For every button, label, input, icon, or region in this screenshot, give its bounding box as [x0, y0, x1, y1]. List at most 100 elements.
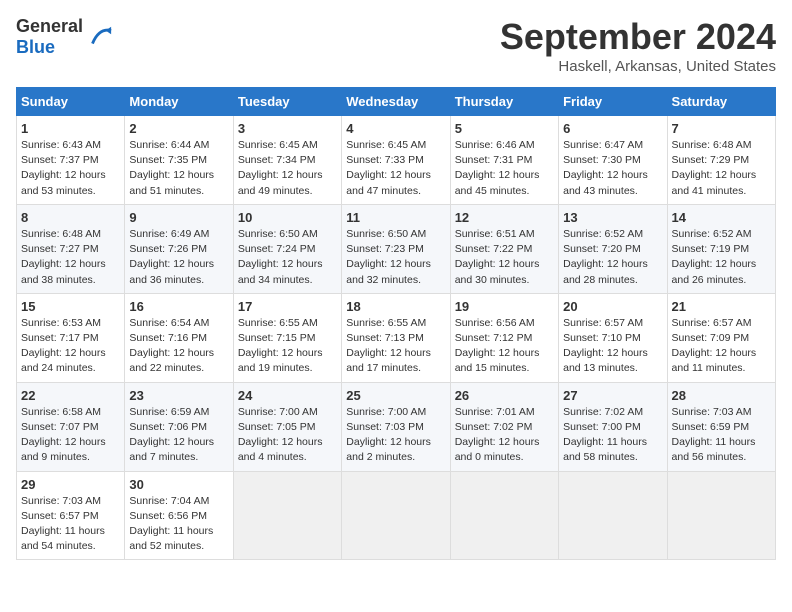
day-info: Sunrise: 6:55 AMSunset: 7:13 PMDaylight:… [346, 316, 445, 377]
day-number: 10 [238, 210, 337, 225]
calendar-week-row: 15 Sunrise: 6:53 AMSunset: 7:17 PMDayligh… [17, 293, 776, 382]
day-info: Sunrise: 7:01 AMSunset: 7:02 PMDaylight:… [455, 405, 554, 466]
day-info: Sunrise: 6:45 AMSunset: 7:33 PMDaylight:… [346, 138, 445, 199]
day-number: 11 [346, 210, 445, 225]
table-row: 29 Sunrise: 7:03 AMSunset: 6:57 PMDayligh… [17, 471, 125, 560]
day-number: 19 [455, 299, 554, 314]
calendar-week-row: 1 Sunrise: 6:43 AMSunset: 7:37 PMDaylight… [17, 116, 776, 205]
day-number: 25 [346, 388, 445, 403]
table-row: 20Sunrise: 6:57 AMSunset: 7:10 PMDayligh… [559, 293, 667, 382]
table-row: 12 Sunrise: 6:51 AMSunset: 7:22 PMDayligh… [450, 204, 558, 293]
table-row: 2 Sunrise: 6:44 AMSunset: 7:35 PMDaylight… [125, 116, 233, 205]
table-row [342, 471, 450, 560]
table-row: 7 Sunrise: 6:48 AMSunset: 7:29 PMDaylight… [667, 116, 775, 205]
table-row [667, 471, 775, 560]
month-title: September 2024 [500, 16, 776, 58]
logo-general: General [16, 16, 83, 36]
col-monday: Monday [125, 88, 233, 116]
day-number: 22 [21, 388, 120, 403]
col-friday: Friday [559, 88, 667, 116]
day-number: 23 [129, 388, 228, 403]
col-thursday: Thursday [450, 88, 558, 116]
day-info: Sunrise: 6:50 AMSunset: 7:23 PMDaylight:… [346, 227, 445, 288]
day-number: 6 [563, 121, 662, 136]
day-info: Sunrise: 6:58 AMSunset: 7:07 PMDaylight:… [21, 405, 120, 466]
table-row: 14Sunrise: 6:52 AMSunset: 7:19 PMDayligh… [667, 204, 775, 293]
day-number: 1 [21, 121, 120, 136]
day-info: Sunrise: 6:47 AMSunset: 7:30 PMDaylight:… [563, 138, 662, 199]
day-number: 18 [346, 299, 445, 314]
table-row: 10 Sunrise: 6:50 AMSunset: 7:24 PMDayligh… [233, 204, 341, 293]
day-info: Sunrise: 6:53 AMSunset: 7:17 PMDaylight:… [21, 316, 120, 377]
day-number: 12 [455, 210, 554, 225]
day-number: 4 [346, 121, 445, 136]
table-row [559, 471, 667, 560]
table-row: 3 Sunrise: 6:45 AMSunset: 7:34 PMDaylight… [233, 116, 341, 205]
day-info: Sunrise: 7:03 AMSunset: 6:59 PMDaylight:… [672, 405, 771, 466]
calendar-week-row: 8Sunrise: 6:48 AMSunset: 7:27 PMDaylight… [17, 204, 776, 293]
day-number: 30 [129, 477, 228, 492]
table-row: 15 Sunrise: 6:53 AMSunset: 7:17 PMDayligh… [17, 293, 125, 382]
table-row: 28 Sunrise: 7:03 AMSunset: 6:59 PMDayligh… [667, 382, 775, 471]
day-info: Sunrise: 7:02 AMSunset: 7:00 PMDaylight:… [563, 405, 662, 466]
table-row: 5 Sunrise: 6:46 AMSunset: 7:31 PMDaylight… [450, 116, 558, 205]
day-info: Sunrise: 6:50 AMSunset: 7:24 PMDaylight:… [238, 227, 337, 288]
day-number: 7 [672, 121, 771, 136]
day-number: 15 [21, 299, 120, 314]
day-info: Sunrise: 6:48 AMSunset: 7:29 PMDaylight:… [672, 138, 771, 199]
table-row [233, 471, 341, 560]
table-row: 25Sunrise: 7:00 AMSunset: 7:03 PMDayligh… [342, 382, 450, 471]
table-row: 6 Sunrise: 6:47 AMSunset: 7:30 PMDaylight… [559, 116, 667, 205]
table-row: 30Sunrise: 7:04 AMSunset: 6:56 PMDayligh… [125, 471, 233, 560]
day-info: Sunrise: 6:49 AMSunset: 7:26 PMDaylight:… [129, 227, 228, 288]
table-row: 16 Sunrise: 6:54 AMSunset: 7:16 PMDayligh… [125, 293, 233, 382]
day-info: Sunrise: 6:43 AMSunset: 7:37 PMDaylight:… [21, 138, 120, 199]
table-row: 17Sunrise: 6:55 AMSunset: 7:15 PMDayligh… [233, 293, 341, 382]
col-sunday: Sunday [17, 88, 125, 116]
day-number: 26 [455, 388, 554, 403]
location-subtitle: Haskell, Arkansas, United States [500, 58, 776, 75]
table-row: 4 Sunrise: 6:45 AMSunset: 7:33 PMDaylight… [342, 116, 450, 205]
day-info: Sunrise: 6:56 AMSunset: 7:12 PMDaylight:… [455, 316, 554, 377]
day-number: 21 [672, 299, 771, 314]
table-row: 23 Sunrise: 6:59 AMSunset: 7:06 PMDayligh… [125, 382, 233, 471]
day-info: Sunrise: 6:51 AMSunset: 7:22 PMDaylight:… [455, 227, 554, 288]
day-info: Sunrise: 7:00 AMSunset: 7:05 PMDaylight:… [238, 405, 337, 466]
day-info: Sunrise: 6:45 AMSunset: 7:34 PMDaylight:… [238, 138, 337, 199]
day-info: Sunrise: 6:54 AMSunset: 7:16 PMDaylight:… [129, 316, 228, 377]
day-number: 8 [21, 210, 120, 225]
col-saturday: Saturday [667, 88, 775, 116]
table-row: 21Sunrise: 6:57 AMSunset: 7:09 PMDayligh… [667, 293, 775, 382]
day-number: 29 [21, 477, 120, 492]
calendar-week-row: 22 Sunrise: 6:58 AMSunset: 7:07 PMDayligh… [17, 382, 776, 471]
logo-icon [85, 23, 113, 51]
table-row: 9Sunrise: 6:49 AMSunset: 7:26 PMDaylight… [125, 204, 233, 293]
table-row: 13 Sunrise: 6:52 AMSunset: 7:20 PMDayligh… [559, 204, 667, 293]
day-number: 20 [563, 299, 662, 314]
day-info: Sunrise: 6:59 AMSunset: 7:06 PMDaylight:… [129, 405, 228, 466]
calendar-header-row: Sunday Monday Tuesday Wednesday Thursday… [17, 88, 776, 116]
table-row: 19 Sunrise: 6:56 AMSunset: 7:12 PMDayligh… [450, 293, 558, 382]
table-row: 22 Sunrise: 6:58 AMSunset: 7:07 PMDayligh… [17, 382, 125, 471]
day-number: 14 [672, 210, 771, 225]
logo: General Blue [16, 16, 113, 58]
day-number: 27 [563, 388, 662, 403]
day-number: 17 [238, 299, 337, 314]
day-info: Sunrise: 6:52 AMSunset: 7:20 PMDaylight:… [563, 227, 662, 288]
day-info: Sunrise: 6:44 AMSunset: 7:35 PMDaylight:… [129, 138, 228, 199]
table-row: 24Sunrise: 7:00 AMSunset: 7:05 PMDayligh… [233, 382, 341, 471]
day-number: 5 [455, 121, 554, 136]
day-number: 16 [129, 299, 228, 314]
day-number: 13 [563, 210, 662, 225]
day-info: Sunrise: 6:46 AMSunset: 7:31 PMDaylight:… [455, 138, 554, 199]
day-number: 28 [672, 388, 771, 403]
day-info: Sunrise: 7:03 AMSunset: 6:57 PMDaylight:… [21, 494, 120, 555]
col-tuesday: Tuesday [233, 88, 341, 116]
logo-blue: Blue [16, 37, 55, 57]
calendar-table: Sunday Monday Tuesday Wednesday Thursday… [16, 87, 776, 560]
day-number: 3 [238, 121, 337, 136]
logo-text: General Blue [16, 16, 83, 58]
table-row: 18 Sunrise: 6:55 AMSunset: 7:13 PMDayligh… [342, 293, 450, 382]
day-number: 2 [129, 121, 228, 136]
table-row: 27 Sunrise: 7:02 AMSunset: 7:00 PMDayligh… [559, 382, 667, 471]
